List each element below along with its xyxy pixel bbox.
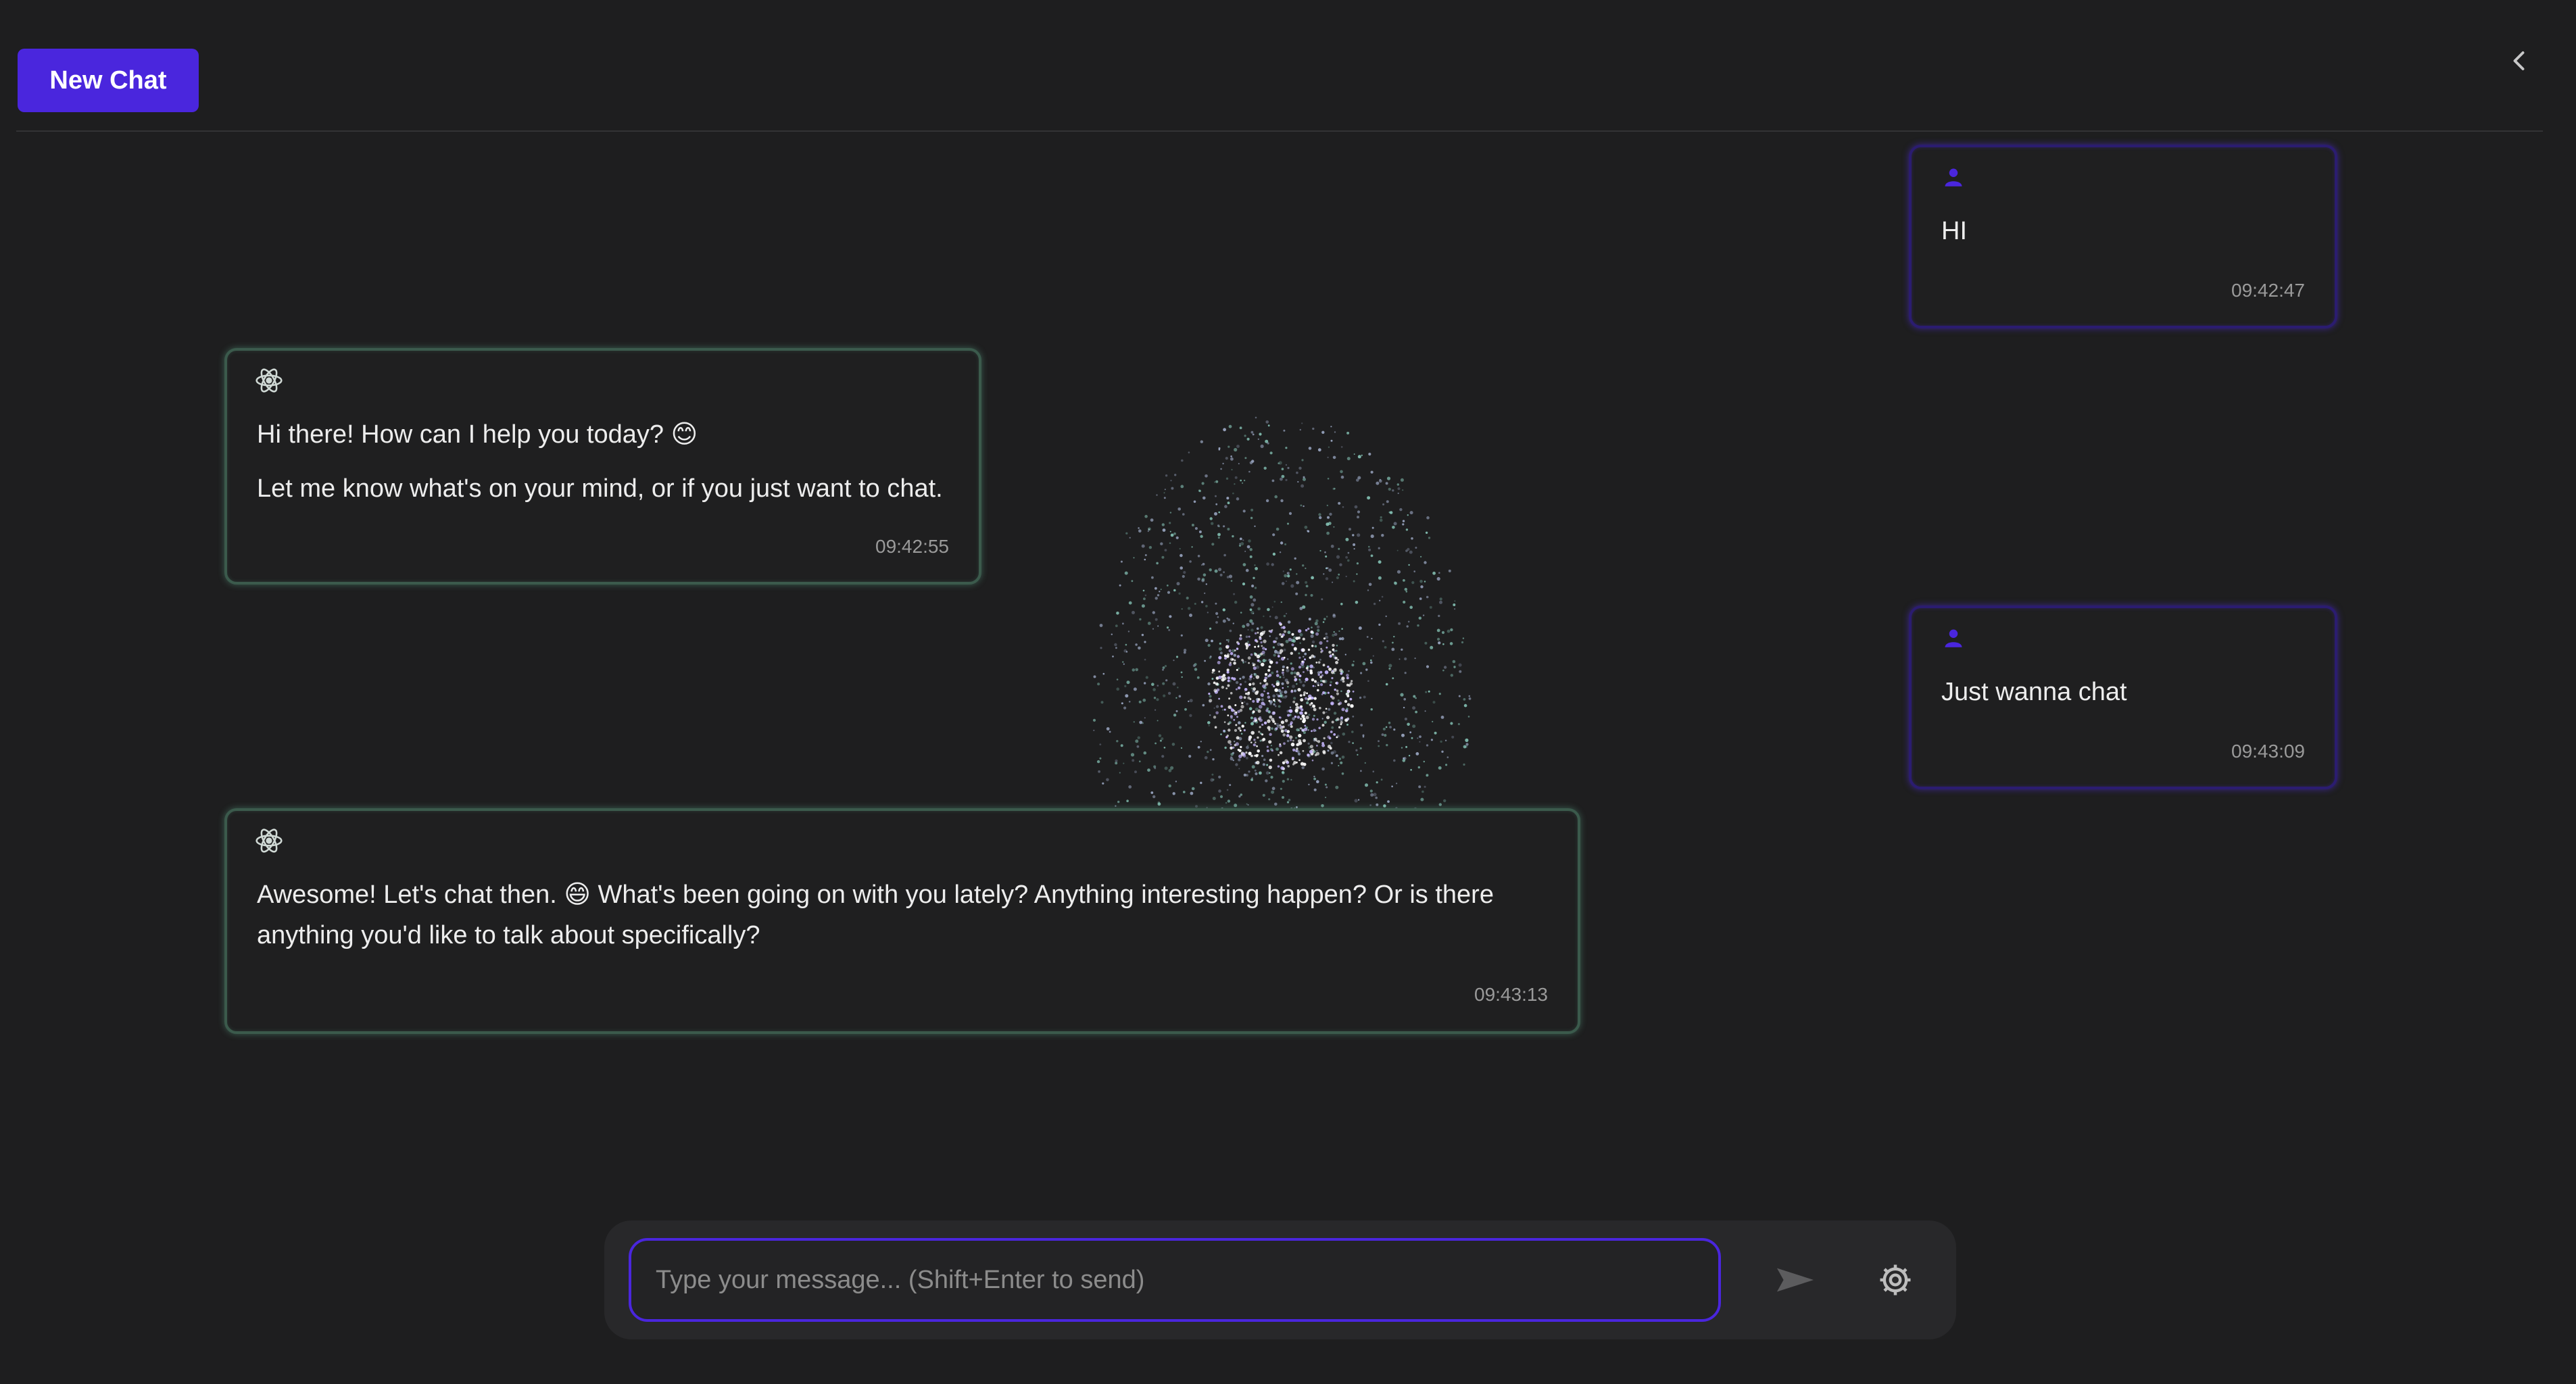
message-timestamp: 09:42:55 <box>875 536 949 557</box>
message-timestamp: 09:43:13 <box>1474 984 1548 1005</box>
message-text: HI <box>1941 217 1967 245</box>
message-text: Hi there! How can I help you today? 😊 <box>257 420 698 449</box>
new-chat-button[interactable]: New Chat <box>18 49 199 112</box>
message-composer <box>604 1220 1956 1339</box>
message-timestamp: 09:43:09 <box>2231 741 2305 762</box>
send-icon[interactable] <box>1768 1253 1822 1307</box>
message-timestamp: 09:42:47 <box>2231 280 2305 301</box>
assistant-message: Hi there! How can I help you today? 😊 Le… <box>224 348 981 585</box>
top-bar: New Chat <box>16 0 2543 132</box>
atom-icon <box>254 366 284 395</box>
gear-icon[interactable] <box>1868 1253 1922 1307</box>
user-message: HI 09:42:47 <box>1909 145 2337 328</box>
assistant-message: Awesome! Let's chat then. 😄 What's been … <box>224 808 1580 1034</box>
user-message: Just wanna chat 09:43:09 <box>1909 606 2337 789</box>
message-text: Let me know what's on your mind, or if y… <box>257 474 943 503</box>
message-text: Just wanna chat <box>1941 678 2127 706</box>
chat-app: New Chat HI 09:42:47 Hi there! How can I… <box>0 0 2576 1384</box>
message-text: Awesome! Let's chat then. 😄 What's been … <box>257 881 1494 949</box>
chevron-left-icon[interactable] <box>2500 41 2540 81</box>
atom-icon <box>254 826 284 856</box>
message-input[interactable] <box>629 1238 1721 1322</box>
user-icon <box>1939 162 1968 192</box>
user-icon <box>1939 623 1968 653</box>
